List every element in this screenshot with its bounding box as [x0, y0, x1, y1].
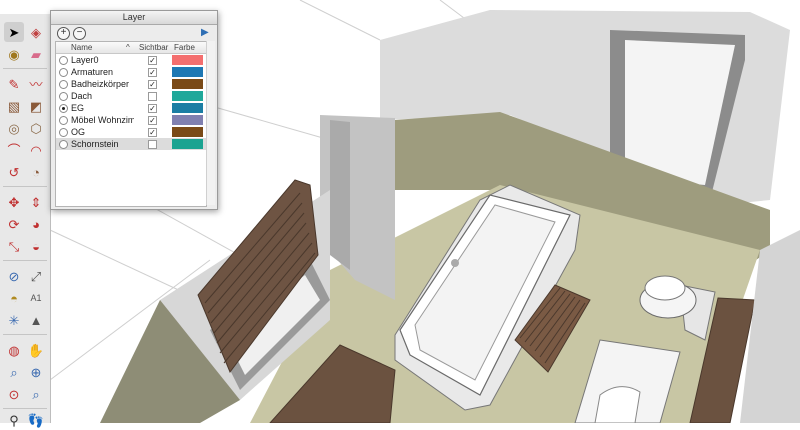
orbit-icon[interactable]: ◍	[4, 340, 24, 360]
zoom-icon[interactable]: ⌕	[4, 362, 24, 382]
layer-color-swatch[interactable]	[172, 127, 203, 137]
axes-icon[interactable]: ✳	[4, 310, 24, 330]
visibility-checkbox[interactable]: ✓	[148, 80, 157, 89]
layer-name[interactable]: Möbel Wohnzimmer	[71, 115, 134, 125]
rotate-icon[interactable]: ⟳	[4, 214, 24, 234]
visibility-checkbox[interactable]: ✓	[148, 128, 157, 137]
layer-color-swatch[interactable]	[172, 55, 203, 65]
active-layer-radio[interactable]	[59, 140, 68, 149]
active-layer-radio[interactable]	[59, 68, 68, 77]
layer-row[interactable]: Schornstein	[56, 138, 206, 150]
layer-color-swatch[interactable]	[172, 139, 203, 149]
layer-row[interactable]: Badheizkörper ✓	[56, 78, 206, 90]
visibility-checkbox[interactable]	[148, 140, 157, 149]
layer-color-swatch[interactable]	[172, 79, 203, 89]
active-layer-radio[interactable]	[59, 104, 68, 113]
layer-name[interactable]: Armaturen	[71, 67, 134, 77]
dimension-icon[interactable]: ⤢	[26, 266, 46, 286]
visibility-checkbox[interactable]	[148, 92, 157, 101]
layer-name[interactable]: Schornstein	[71, 139, 134, 149]
layer-panel: Layer + − ▶ Name ^ Sichtbar Farbe Layer0…	[50, 10, 218, 210]
layer-list-header: Name ^ Sichtbar Farbe	[56, 42, 206, 54]
freehand-icon[interactable]: 〰	[26, 74, 46, 94]
layer-list-scrollbar[interactable]	[206, 41, 215, 205]
text-icon[interactable]: A1	[26, 288, 46, 308]
protractor-icon[interactable]: ◓	[4, 288, 24, 308]
zoom-extents-icon[interactable]: ⊙	[4, 384, 24, 404]
layer-list: Name ^ Sichtbar Farbe Layer0 ✓ Armaturen ✓ B…	[55, 41, 207, 207]
layer-color-swatch[interactable]	[172, 103, 203, 113]
select-tool-icon[interactable]: ➤	[4, 22, 24, 42]
polygon-icon[interactable]: ⬡	[26, 118, 46, 138]
eraser-icon[interactable]: ▰	[26, 44, 46, 64]
3d-text-icon[interactable]: ▲	[26, 310, 46, 330]
layer-row[interactable]: Dach	[56, 90, 206, 102]
arc-icon[interactable]: ⌒	[4, 140, 24, 160]
column-visible[interactable]: Sichtbar	[139, 43, 168, 52]
follow-me-icon[interactable]: ◕	[26, 214, 46, 234]
zoom-window-icon[interactable]: ⊕	[26, 362, 46, 382]
column-color[interactable]: Farbe	[174, 43, 195, 52]
pan-icon[interactable]: ✋	[26, 340, 46, 360]
column-name[interactable]: Name	[71, 43, 92, 52]
active-layer-radio[interactable]	[59, 56, 68, 65]
visibility-checkbox[interactable]: ✓	[148, 56, 157, 65]
active-layer-radio[interactable]	[59, 92, 68, 101]
component-tool-icon[interactable]: ◈	[26, 22, 46, 42]
active-layer-radio[interactable]	[59, 80, 68, 89]
active-layer-radio[interactable]	[59, 128, 68, 137]
layer-name[interactable]: Layer0	[71, 55, 134, 65]
layer-row[interactable]: EG ✓	[56, 102, 206, 114]
position-camera-icon[interactable]: ⚲	[4, 410, 24, 430]
visibility-checkbox[interactable]: ✓	[148, 104, 157, 113]
offset-icon[interactable]: ◒	[26, 236, 46, 256]
layer-name[interactable]: EG	[71, 103, 134, 113]
layer-row[interactable]: Möbel Wohnzimmer ✓	[56, 114, 206, 126]
visibility-checkbox[interactable]: ✓	[148, 116, 157, 125]
visibility-checkbox[interactable]: ✓	[148, 68, 157, 77]
rotated-rectangle-icon[interactable]: ◩	[26, 96, 46, 116]
layer-color-swatch[interactable]	[172, 115, 203, 125]
layer-row[interactable]: OG ✓	[56, 126, 206, 138]
details-menu-icon[interactable]: ▶	[201, 27, 213, 38]
layer-name[interactable]: Dach	[71, 91, 134, 101]
remove-layer-icon[interactable]: −	[73, 27, 86, 40]
move-icon[interactable]: ✥	[4, 192, 24, 212]
sort-chevron-icon[interactable]: ^	[126, 43, 130, 52]
rectangle-icon[interactable]: ▧	[4, 96, 24, 116]
pencil-icon[interactable]: ✎	[4, 74, 24, 94]
previous-view-icon[interactable]: ⌕	[26, 384, 46, 404]
tool-palette: ➤ ◈ ◉ ▰ ✎ 〰 ▧ ◩ ◎ ⬡ ⌒ ◠ ↺ ◔ ✥ ⇕ ⟳ ◕ ⤡ ◒ …	[0, 14, 51, 427]
panel-title[interactable]: Layer	[51, 11, 217, 25]
scale-icon[interactable]: ⤡	[4, 236, 24, 256]
pie-icon[interactable]: ◔	[26, 162, 46, 182]
three-point-arc-icon[interactable]: ↺	[4, 162, 24, 182]
add-layer-icon[interactable]: +	[57, 27, 70, 40]
layer-name[interactable]: OG	[71, 127, 134, 137]
active-layer-radio[interactable]	[59, 116, 68, 125]
walk-icon[interactable]: 👣	[26, 410, 46, 430]
two-point-arc-icon[interactable]: ◠	[26, 140, 46, 160]
layer-row[interactable]: Layer0 ✓	[56, 54, 206, 66]
circle-icon[interactable]: ◎	[4, 118, 24, 138]
paint-bucket-icon[interactable]: ◉	[4, 44, 24, 64]
layer-name[interactable]: Badheizkörper	[71, 79, 134, 89]
layer-color-swatch[interactable]	[172, 67, 203, 77]
tape-measure-icon[interactable]: ⊘	[4, 266, 24, 286]
layer-row[interactable]: Armaturen ✓	[56, 66, 206, 78]
push-pull-icon[interactable]: ⇕	[26, 192, 46, 212]
layer-color-swatch[interactable]	[172, 91, 203, 101]
